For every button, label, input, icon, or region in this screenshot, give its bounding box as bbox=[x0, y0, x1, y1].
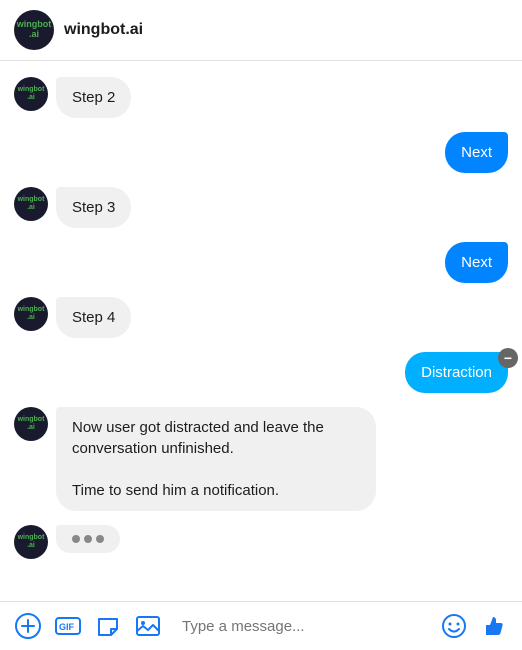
message-row-step4: wingbot.ai Step 4 bbox=[14, 297, 131, 338]
bot-line1: Now user got distracted and leave the co… bbox=[72, 419, 324, 457]
chat-header: wingbot.ai wingbot.ai bbox=[0, 0, 522, 61]
gallery-icon bbox=[135, 613, 161, 639]
add-icon bbox=[15, 613, 41, 639]
bubble-next1: Next bbox=[445, 132, 508, 173]
typing-dot-1 bbox=[72, 535, 80, 543]
bot-avatar-3: wingbot.ai bbox=[14, 297, 48, 331]
add-button[interactable] bbox=[12, 610, 44, 642]
bot-avatar-5: wingbot.ai bbox=[14, 525, 48, 559]
chat-area: wingbot.ai Step 2 Next wingbot.ai Step 3… bbox=[0, 61, 522, 601]
bubble-next2: Next bbox=[445, 242, 508, 283]
message-input[interactable] bbox=[172, 612, 430, 641]
bot-avatar-4: wingbot.ai bbox=[14, 407, 48, 441]
message-toolbar: GIF bbox=[0, 601, 522, 650]
message-row-next2: Next bbox=[445, 242, 508, 283]
typing-dot-3 bbox=[96, 535, 104, 543]
bubble-step3: Step 3 bbox=[56, 187, 131, 228]
bubble-distraction: Distraction bbox=[405, 352, 508, 393]
scroll-indicator[interactable]: − bbox=[498, 348, 518, 368]
bot-avatar-2: wingbot.ai bbox=[14, 187, 48, 221]
message-row-bot-multiline: wingbot.ai Now user got distracted and l… bbox=[14, 407, 376, 511]
svg-text:GIF: GIF bbox=[59, 622, 75, 632]
gif-button[interactable]: GIF bbox=[52, 610, 84, 642]
sticker-icon bbox=[95, 613, 121, 639]
header-logo-text: wingbot.ai bbox=[17, 20, 52, 40]
emoji-icon bbox=[441, 613, 467, 639]
scroll-minus-icon: − bbox=[504, 351, 512, 365]
bubble-bot-multiline: Now user got distracted and leave the co… bbox=[56, 407, 376, 511]
gif-icon: GIF bbox=[55, 613, 81, 639]
header-avatar: wingbot.ai bbox=[14, 10, 54, 50]
message-row-typing: wingbot.ai bbox=[14, 525, 120, 559]
message-row-step3: wingbot.ai Step 3 bbox=[14, 187, 131, 228]
typing-dot-2 bbox=[84, 535, 92, 543]
bubble-step2: Step 2 bbox=[56, 77, 131, 118]
emoji-button[interactable] bbox=[438, 610, 470, 642]
message-row-distraction: Distraction bbox=[405, 352, 508, 393]
header-title: wingbot.ai bbox=[64, 21, 143, 39]
bot-avatar-1: wingbot.ai bbox=[14, 77, 48, 111]
thumbs-up-icon bbox=[481, 613, 507, 639]
sticker-button[interactable] bbox=[92, 610, 124, 642]
gallery-button[interactable] bbox=[132, 610, 164, 642]
message-row-next1: Next bbox=[445, 132, 508, 173]
message-row-step2: wingbot.ai Step 2 bbox=[14, 77, 131, 118]
bot-line2: Time to send him a notification. bbox=[72, 482, 279, 499]
bubble-step4: Step 4 bbox=[56, 297, 131, 338]
thumbs-up-button[interactable] bbox=[478, 610, 510, 642]
typing-indicator bbox=[56, 525, 120, 553]
